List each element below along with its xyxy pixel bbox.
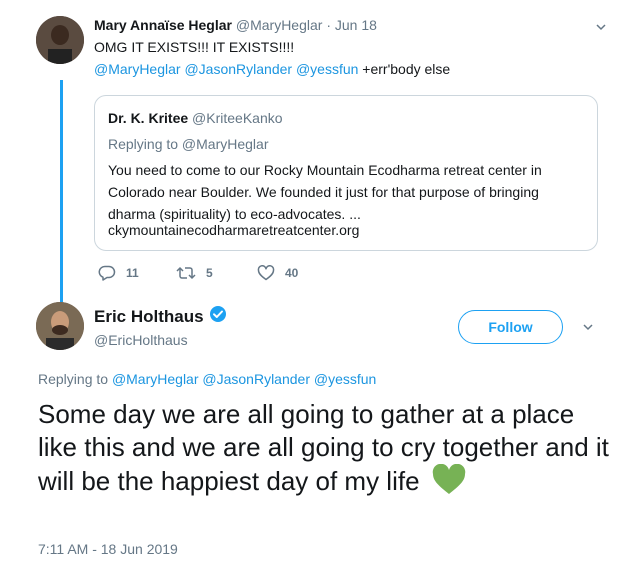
retweet-button[interactable]: 5 xyxy=(176,265,213,281)
tweet-body: Some day we are all going to gather at a… xyxy=(38,398,618,504)
verified-badge-icon xyxy=(209,305,227,328)
main-author-name-row[interactable]: Eric Holthaus xyxy=(94,305,227,328)
reply-icon xyxy=(98,265,116,281)
author-handle[interactable]: @EricHolthaus xyxy=(94,332,188,348)
mentions-suffix: +err'body else xyxy=(358,61,451,77)
chevron-down-icon[interactable] xyxy=(596,22,606,32)
quoted-author-name: Dr. K. Kritee xyxy=(108,110,189,126)
reply-count: 11 xyxy=(126,266,139,280)
heart-icon xyxy=(257,265,275,281)
author-name[interactable]: Eric Holthaus xyxy=(94,307,204,327)
chevron-down-icon[interactable] xyxy=(583,322,593,332)
retweet-count: 5 xyxy=(206,266,213,280)
tweet-text: OMG IT EXISTS!!! IT EXISTS!!!! xyxy=(94,39,295,55)
like-count: 40 xyxy=(285,266,299,280)
quoted-author-handle: @KriteeKanko xyxy=(192,110,283,126)
replying-prefix: Replying to xyxy=(38,371,112,387)
author-name[interactable]: Mary Annaïse Heglar xyxy=(94,17,232,33)
mention-links[interactable]: @MaryHeglar @JasonRylander @yessfun xyxy=(94,61,358,77)
parent-tweet-header: Mary Annaïse Heglar @MaryHeglar · Jun 18 xyxy=(94,17,377,33)
tweet-text: Some day we are all going to gather at a… xyxy=(38,399,609,496)
avatar[interactable] xyxy=(36,302,84,350)
like-button[interactable]: 40 xyxy=(257,265,298,281)
quoted-url: ckymountainecodharmaretreatcenter.org xyxy=(108,222,360,238)
replying-mentions[interactable]: @MaryHeglar @JasonRylander @yessfun xyxy=(112,371,376,387)
tweet-date[interactable]: · Jun 18 xyxy=(326,17,377,33)
tweet-timestamp[interactable]: 7:11 AM - 18 Jun 2019 xyxy=(38,541,178,557)
follow-button[interactable]: Follow xyxy=(458,310,563,344)
reply-button[interactable]: 11 xyxy=(98,265,139,281)
green-heart-icon xyxy=(431,463,467,504)
tweet-mentions-line: @MaryHeglar @JasonRylander @yessfun +err… xyxy=(94,61,450,77)
quoted-text-line: You need to come to our Rocky Mountain E… xyxy=(108,162,542,178)
quoted-text-line: Colorado near Boulder. We founded it jus… xyxy=(108,184,539,200)
avatar[interactable] xyxy=(36,16,84,64)
quoted-tweet[interactable]: Dr. K. Kritee @KriteeKanko Replying to @… xyxy=(94,95,598,251)
quoted-text-line: dharma (spirituality) to eco-advocates. … xyxy=(108,206,361,222)
thread-connector-line xyxy=(60,80,63,302)
author-handle[interactable]: @MaryHeglar xyxy=(236,17,323,33)
retweet-icon xyxy=(176,266,196,280)
quoted-replying-to: Replying to @MaryHeglar xyxy=(108,136,269,152)
quoted-header: Dr. K. Kritee @KriteeKanko xyxy=(108,110,283,126)
replying-to: Replying to @MaryHeglar @JasonRylander @… xyxy=(38,371,376,387)
